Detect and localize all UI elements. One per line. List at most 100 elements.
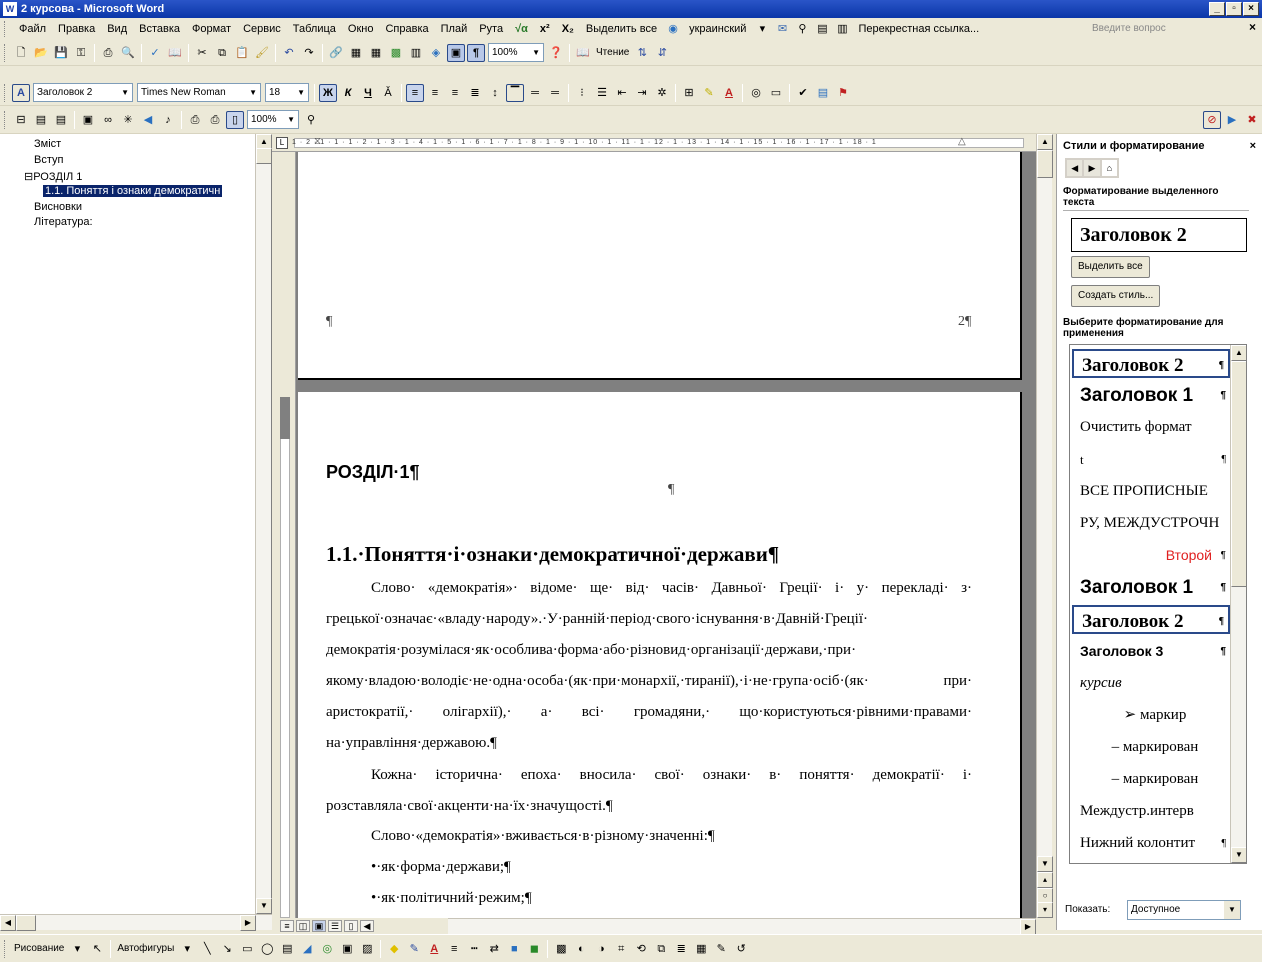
section-heading[interactable]: 1.1.·Поняття·і·ознаки·демократичної·держ… — [326, 542, 779, 567]
language-selector[interactable]: украинский — [683, 23, 752, 35]
scroll-left-icon[interactable]: ◀ — [360, 920, 374, 932]
calendar-icon[interactable]: ▤ — [814, 84, 832, 102]
menu-table[interactable]: Таблица — [287, 23, 342, 35]
format-painter-icon[interactable]: 🖌 — [253, 44, 271, 62]
macro-icon[interactable]: ▶ — [1223, 111, 1241, 129]
list-item[interactable]: •·як·форма·держави;¶ — [371, 859, 511, 876]
style-list-item[interactable]: ➢ маркир — [1072, 701, 1230, 730]
scroll-down-icon[interactable]: ▼ — [256, 898, 272, 914]
menu-ruta[interactable]: Рута — [473, 23, 509, 35]
spark-icon[interactable]: ✳ — [119, 111, 137, 129]
maximize-button[interactable]: ▫ — [1226, 2, 1242, 16]
diagram-icon[interactable]: ◎ — [318, 940, 336, 958]
menubar-grip[interactable] — [4, 21, 7, 37]
line-color-icon[interactable]: ✎ — [405, 940, 423, 958]
print-layout-icon[interactable]: ▣ — [312, 920, 326, 932]
textbox-icon[interactable]: ▭ — [767, 84, 785, 102]
menu-plai[interactable]: Плай — [435, 23, 474, 35]
cut-icon[interactable]: ✂ — [193, 44, 211, 62]
menu-format[interactable]: Формат — [186, 23, 237, 35]
style-list-item[interactable]: Очистить формат — [1072, 413, 1230, 442]
save-icon[interactable]: 💾 — [52, 44, 70, 62]
clip-art-icon[interactable]: ◎ — [747, 84, 765, 102]
columns-icon[interactable]: ▥ — [833, 20, 851, 38]
scroll-up-icon[interactable]: ▲ — [1231, 345, 1246, 361]
page-view-icon[interactable]: ▯ — [226, 110, 244, 129]
close-button[interactable]: × — [1243, 2, 1259, 16]
chevron-down-icon[interactable]: ▾ — [178, 940, 196, 958]
font-select[interactable]: Times New Roman ▼ — [137, 83, 261, 102]
columns-icon[interactable]: ▥ — [407, 44, 425, 62]
line-style-icon[interactable]: ≡ — [445, 940, 463, 958]
style-list-item[interactable]: Заголовок 1 ¶ — [1072, 573, 1230, 602]
drawing-menu-button[interactable]: Рисование — [14, 943, 64, 954]
chevron-down-icon[interactable]: ▾ — [68, 940, 86, 958]
right-indent-marker-icon[interactable]: △ — [958, 136, 966, 147]
web-view-icon[interactable]: ◫ — [296, 920, 310, 932]
horizontal-ruler[interactable]: L 1 · 2 · 1 · 1 · 1 · 2 · 1 · 3 · 1 · 4 … — [272, 134, 1036, 152]
bulleted-list-icon[interactable]: ☰ — [593, 84, 611, 102]
help-search-input[interactable]: Введите вопрос — [1088, 21, 1238, 37]
style-list-item[interactable]: Заголовок 2 ¶ — [1072, 349, 1230, 378]
border-bottom-icon[interactable]: ═ — [546, 84, 564, 102]
document-map-icon[interactable]: ▣ — [447, 43, 465, 62]
reading-layout-button[interactable]: Чтение — [596, 47, 629, 58]
brightness-icon[interactable]: ◑ — [592, 940, 610, 958]
align-center-icon[interactable]: ≡ — [426, 84, 444, 102]
outline-view-icon[interactable]: ☰ — [328, 920, 342, 932]
docmap-item-intro[interactable]: Вступ — [34, 154, 63, 166]
textbox-icon[interactable]: ▤ — [278, 940, 296, 958]
document-horizontal-scrollbar[interactable]: ▶ — [448, 918, 1036, 935]
cross-reference-command[interactable]: Перекрестная ссылка... — [852, 23, 985, 35]
compress-icon[interactable]: ⧉ — [652, 940, 670, 958]
menu-help[interactable]: Справка — [379, 23, 434, 35]
style-list-item[interactable]: Второй ¶ — [1072, 541, 1230, 570]
picture-tool-icon[interactable]: ▩ — [552, 940, 570, 958]
border-middle-icon[interactable]: ═ — [526, 84, 544, 102]
reading-layout-icon[interactable]: 📖 — [574, 44, 592, 62]
reset-picture-icon[interactable]: ↺ — [732, 940, 750, 958]
char-scale-icon[interactable]: Ǎ — [379, 84, 397, 102]
style-select[interactable]: Заголовок 2 ▼ — [33, 83, 133, 102]
new-document-icon[interactable]: 🗋 — [12, 44, 30, 62]
outline-icon[interactable]: ⊟ — [12, 111, 30, 129]
align-left-icon[interactable]: ≡ — [406, 83, 424, 102]
shadow-icon[interactable]: ■ — [505, 940, 523, 958]
increase-indent-icon[interactable]: ⇥ — [633, 84, 651, 102]
arrow-icon[interactable]: ↘ — [218, 940, 236, 958]
zoom-select-secondary[interactable]: 100% ▼ — [247, 110, 299, 129]
minimize-button[interactable]: _ — [1209, 2, 1225, 16]
line-spacing-icon[interactable]: ↕ — [486, 84, 504, 102]
print-icon[interactable]: ⎙ — [99, 44, 117, 62]
card-icon[interactable]: ▤ — [52, 111, 70, 129]
page-current[interactable]: РОЗДІЛ·1¶ ¶ 1.1.·Поняття·і·ознаки·демокр… — [298, 392, 1022, 918]
scroll-thumb[interactable] — [16, 915, 36, 931]
reading-view-icon[interactable]: ▯ — [344, 920, 358, 932]
back-icon[interactable]: ◀ — [1067, 160, 1083, 176]
select-objects-icon[interactable]: ↖ — [88, 940, 106, 958]
link-icon[interactable]: ∞ — [99, 111, 117, 129]
empty-paragraph[interactable]: ¶ — [668, 482, 674, 498]
indent-marker-icon[interactable]: ⧖ — [314, 136, 321, 147]
macro-stop-icon[interactable]: ✖ — [1243, 111, 1261, 129]
insert-excel-icon[interactable]: ▩ — [387, 44, 405, 62]
print-preview-icon[interactable]: 🔍 — [119, 44, 137, 62]
transparent-icon[interactable]: ✎ — [712, 940, 730, 958]
show-hide-icon[interactable]: ¶ — [467, 43, 485, 62]
picture-icon[interactable]: ▨ — [358, 940, 376, 958]
format-picture-icon[interactable]: ▦ — [692, 940, 710, 958]
toolbar-grip[interactable] — [4, 939, 7, 958]
scroll-right-icon[interactable]: ▶ — [240, 915, 256, 931]
docmap-item-section-1-1[interactable]: 1.1. Поняття і ознаки демократичн — [43, 185, 223, 197]
task-pane-close-button[interactable]: × — [1250, 140, 1256, 152]
menu-view[interactable]: Вид — [101, 23, 133, 35]
spelling-icon[interactable]: ✓ — [146, 44, 164, 62]
menu-window[interactable]: Окно — [342, 23, 380, 35]
docmap-item-conclusions[interactable]: Висновки — [34, 201, 82, 213]
normal-view-icon[interactable]: ≡ — [280, 920, 294, 932]
envelope-icon[interactable]: ✉ — [773, 20, 791, 38]
flag-icon[interactable]: ⚑ — [834, 84, 852, 102]
toolbar-grip[interactable] — [4, 43, 7, 62]
card-icon[interactable]: ▤ — [32, 111, 50, 129]
font-size-select[interactable]: 18 ▼ — [265, 83, 309, 102]
